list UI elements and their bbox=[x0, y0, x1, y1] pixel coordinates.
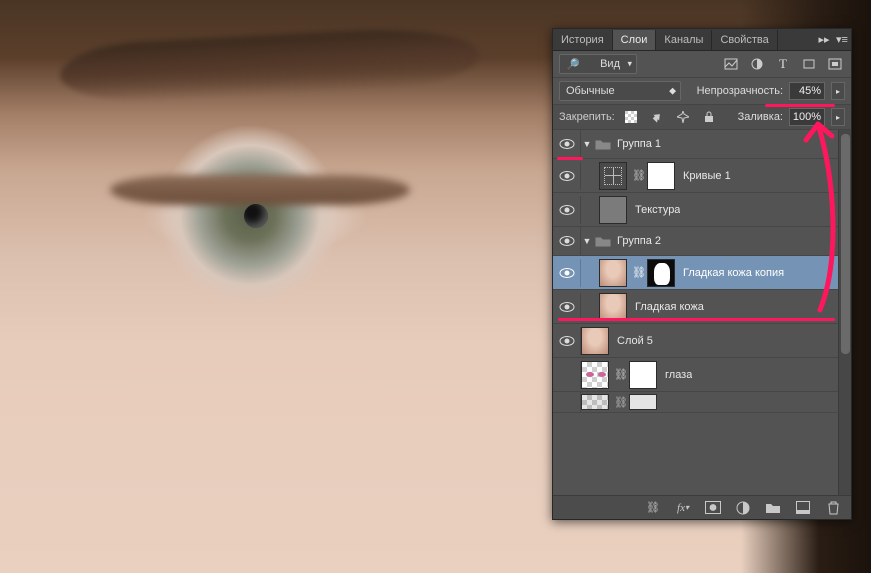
layer-filter-row: 🔎 Вид ▾ T bbox=[553, 51, 851, 78]
chevron-down-icon: ◆ bbox=[669, 86, 676, 97]
visibility-toggle[interactable] bbox=[553, 293, 581, 321]
disclosure-triangle[interactable]: ▼ bbox=[581, 236, 593, 246]
blend-mode-value: Обычные bbox=[566, 85, 615, 97]
layers-bottom-bar: ⛓ fx▾ bbox=[553, 495, 851, 519]
mask-thumb[interactable] bbox=[647, 162, 675, 190]
new-group-icon[interactable] bbox=[763, 499, 783, 517]
tab-channels[interactable]: Каналы bbox=[656, 30, 712, 50]
fill-flyout-icon[interactable]: ▸ bbox=[831, 108, 845, 126]
layer-row[interactable]: ⛓ bbox=[553, 392, 851, 413]
filter-smart-icon[interactable] bbox=[825, 55, 845, 73]
visibility-toggle[interactable] bbox=[553, 162, 581, 190]
fill-label[interactable]: Заливка: bbox=[738, 111, 783, 123]
layer-row[interactable]: ⛓ глаза bbox=[553, 358, 851, 392]
visibility-toggle[interactable] bbox=[553, 361, 581, 389]
layer-thumb[interactable] bbox=[599, 196, 627, 224]
layer-row[interactable]: Гладкая кожа bbox=[553, 290, 851, 324]
layer-thumb[interactable] bbox=[581, 361, 609, 389]
link-mask-icon[interactable]: ⛓ bbox=[615, 368, 627, 381]
layer-row[interactable]: Текстура bbox=[553, 193, 851, 227]
lock-row: Закрепить: Заливка: 100% ▸ bbox=[553, 105, 851, 130]
layer-thumb[interactable] bbox=[599, 259, 627, 287]
scrollbar[interactable] bbox=[838, 130, 851, 495]
lock-label: Закрепить: bbox=[559, 111, 615, 123]
photo-pupil bbox=[244, 204, 268, 228]
fill-input[interactable]: 100% bbox=[789, 108, 825, 126]
scrollbar-thumb[interactable] bbox=[841, 134, 850, 354]
layer-filter-label: Вид bbox=[600, 58, 620, 70]
search-icon: 🔎 bbox=[566, 58, 580, 71]
panel-tab-bar: История Слои Каналы Свойства ▸▸ ▾≡ bbox=[553, 29, 851, 51]
panel-menu-icon[interactable]: ▾≡ bbox=[833, 33, 851, 46]
layer-row[interactable]: Слой 5 bbox=[553, 324, 851, 358]
layers-panel: История Слои Каналы Свойства ▸▸ ▾≡ 🔎 Вид… bbox=[552, 28, 852, 520]
opacity-input[interactable]: 45% bbox=[789, 82, 825, 100]
lock-image-icon[interactable] bbox=[647, 108, 667, 126]
layer-name[interactable]: Гладкая кожа копия bbox=[683, 267, 784, 279]
visibility-toggle[interactable] bbox=[553, 227, 581, 255]
link-layers-icon[interactable]: ⛓ bbox=[643, 499, 663, 517]
filter-adjust-icon[interactable] bbox=[747, 55, 767, 73]
tab-layers[interactable]: Слои bbox=[613, 30, 657, 50]
layer-name[interactable]: Текстура bbox=[635, 204, 680, 216]
fx-icon[interactable]: fx▾ bbox=[673, 499, 693, 517]
adjustment-thumb[interactable] bbox=[599, 162, 627, 190]
filter-type-icon[interactable]: T bbox=[773, 55, 793, 73]
layer-name[interactable]: Группа 1 bbox=[617, 138, 661, 150]
layer-group[interactable]: ▼ Группа 2 bbox=[553, 227, 851, 256]
opacity-label[interactable]: Непрозрачность: bbox=[697, 85, 783, 97]
lock-all-icon[interactable] bbox=[699, 108, 719, 126]
folder-icon bbox=[593, 233, 613, 249]
link-mask-icon[interactable]: ⛓ bbox=[615, 396, 627, 409]
link-mask-icon[interactable]: ⛓ bbox=[633, 266, 645, 279]
filter-shape-icon[interactable] bbox=[799, 55, 819, 73]
layer-group[interactable]: ▼ Группа 1 bbox=[553, 130, 851, 159]
blend-row: Обычные ◆ Непрозрачность: 45% ▸ bbox=[553, 78, 851, 105]
disclosure-triangle[interactable]: ▼ bbox=[581, 139, 593, 149]
layer-thumb[interactable] bbox=[581, 327, 609, 355]
layer-row-selected[interactable]: ⛓ Гладкая кожа копия bbox=[553, 256, 851, 290]
visibility-toggle[interactable] bbox=[553, 259, 581, 287]
layer-name[interactable]: Гладкая кожа bbox=[635, 301, 704, 313]
layer-name[interactable]: Слой 5 bbox=[617, 335, 653, 347]
delete-layer-icon[interactable] bbox=[823, 499, 843, 517]
opacity-flyout-icon[interactable]: ▸ bbox=[831, 82, 845, 100]
mask-thumb[interactable] bbox=[629, 394, 657, 410]
mask-thumb[interactable] bbox=[647, 259, 675, 287]
tab-history[interactable]: История bbox=[553, 30, 613, 50]
visibility-toggle[interactable] bbox=[553, 196, 581, 224]
layer-thumb[interactable] bbox=[581, 394, 609, 410]
layer-thumb[interactable] bbox=[599, 293, 627, 321]
layer-name[interactable]: Группа 2 bbox=[617, 235, 661, 247]
layer-row[interactable]: ⛓ Кривые 1 bbox=[553, 159, 851, 193]
photo-lid bbox=[110, 175, 410, 205]
add-mask-icon[interactable] bbox=[703, 499, 723, 517]
new-adjustment-icon[interactable] bbox=[733, 499, 753, 517]
mask-thumb[interactable] bbox=[629, 361, 657, 389]
new-layer-icon[interactable] bbox=[793, 499, 813, 517]
folder-icon bbox=[593, 136, 613, 152]
blend-mode-select[interactable]: Обычные ◆ bbox=[559, 81, 681, 101]
filter-pixel-icon[interactable] bbox=[721, 55, 741, 73]
visibility-toggle[interactable] bbox=[553, 392, 581, 412]
collapse-icon[interactable]: ▸▸ bbox=[815, 33, 833, 46]
lock-transparent-icon[interactable] bbox=[621, 108, 641, 126]
layer-name[interactable]: Кривые 1 bbox=[683, 170, 731, 182]
lock-position-icon[interactable] bbox=[673, 108, 693, 126]
tab-properties[interactable]: Свойства bbox=[712, 30, 777, 50]
layer-name[interactable]: глаза bbox=[665, 369, 692, 381]
chevron-down-icon: ▾ bbox=[627, 59, 632, 70]
link-mask-icon[interactable]: ⛓ bbox=[633, 169, 645, 182]
visibility-toggle[interactable] bbox=[553, 327, 581, 355]
layers-list[interactable]: ▼ Группа 1 ⛓ Кривые 1 Текстура ▼ Группа … bbox=[553, 130, 851, 495]
visibility-toggle[interactable] bbox=[553, 130, 581, 158]
layer-filter-select[interactable]: 🔎 Вид ▾ bbox=[559, 54, 637, 74]
